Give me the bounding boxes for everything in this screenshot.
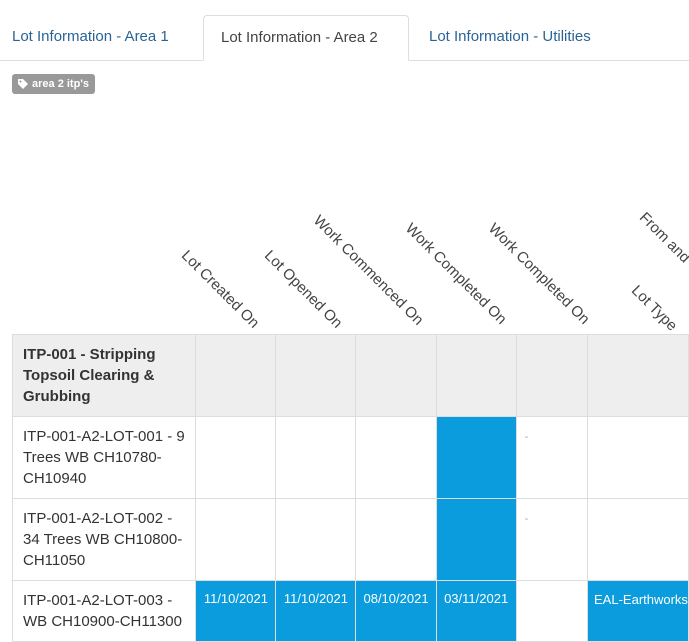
table-row: ITP-001-A2-LOT-002 - 34 Trees WB CH10800… <box>11 498 689 581</box>
cell <box>355 334 437 417</box>
lot-opened-cell <box>275 416 357 499</box>
lot-name[interactable]: ITP-001-A2-LOT-001 - 9 Trees WB CH10780-… <box>11 416 197 499</box>
tag-label: area 2 itp's <box>32 78 90 90</box>
cell <box>435 334 517 417</box>
table-row: ITP-001-A2-LOT-001 - 9 Trees WB CH10780-… <box>11 416 689 499</box>
lot-name[interactable]: ITP-001-A2-LOT-003 - WB CH10900-CH11300 <box>11 580 197 642</box>
work-completed-cell[interactable] <box>435 416 517 499</box>
tag-icon <box>18 79 28 89</box>
table-row: ITP-001-A2-LOT-003 - WB CH10900-CH11300 … <box>11 580 689 642</box>
itp-group-row: ITP-001 - Stripping Topsoil Clearing & G… <box>11 334 689 417</box>
lot-name[interactable]: ITP-001-A2-LOT-002 - 34 Trees WB CH10800… <box>11 498 197 581</box>
cell <box>275 334 357 417</box>
column-header-lot-type: Lot Type <box>627 282 681 335</box>
work-commenced-cell[interactable]: 08/10/2021 <box>355 580 437 642</box>
tab-bar: Lot Information - Area 1 Lot Information… <box>0 0 689 61</box>
work-completed-cell[interactable] <box>435 498 517 581</box>
itp-group-name: ITP-001 - Stripping Topsoil Clearing & G… <box>11 334 197 417</box>
work-completed-2-cell: - <box>515 416 589 499</box>
lot-information-table: ITP-001 - Stripping Topsoil Clearing & G… <box>11 334 689 642</box>
tab-lot-information-area-2[interactable]: Lot Information - Area 2 <box>203 15 409 61</box>
work-completed-2-cell: - <box>515 498 589 581</box>
work-completed-2-cell <box>515 580 589 642</box>
itp-tag-badge[interactable]: area 2 itp's <box>12 74 96 94</box>
column-header-lot-created-on: Lot Created On <box>177 247 263 332</box>
cell <box>515 334 589 417</box>
cell <box>195 334 277 417</box>
empty-value-dash: - <box>524 513 529 525</box>
tab-lot-information-area-1[interactable]: Lot Information - Area 1 <box>12 15 169 61</box>
lot-type-cell <box>587 498 689 581</box>
lot-type-cell <box>587 416 689 499</box>
lot-created-cell[interactable]: 11/10/2021 <box>195 580 277 642</box>
column-header-from-and: From and <box>635 209 689 267</box>
empty-value-dash: - <box>524 431 529 443</box>
lot-created-cell <box>195 416 277 499</box>
work-commenced-cell <box>355 498 437 581</box>
work-completed-cell[interactable]: 03/11/2021 <box>435 580 517 642</box>
tab-lot-information-utilities[interactable]: Lot Information - Utilities <box>429 15 591 61</box>
cell <box>587 334 689 417</box>
lot-opened-cell <box>275 498 357 581</box>
lot-type-cell[interactable]: EAL-Earthworks <box>587 580 689 642</box>
work-commenced-cell <box>355 416 437 499</box>
lot-opened-cell[interactable]: 11/10/2021 <box>275 580 357 642</box>
lot-created-cell <box>195 498 277 581</box>
column-header-lot-opened-on: Lot Opened On <box>260 247 346 332</box>
